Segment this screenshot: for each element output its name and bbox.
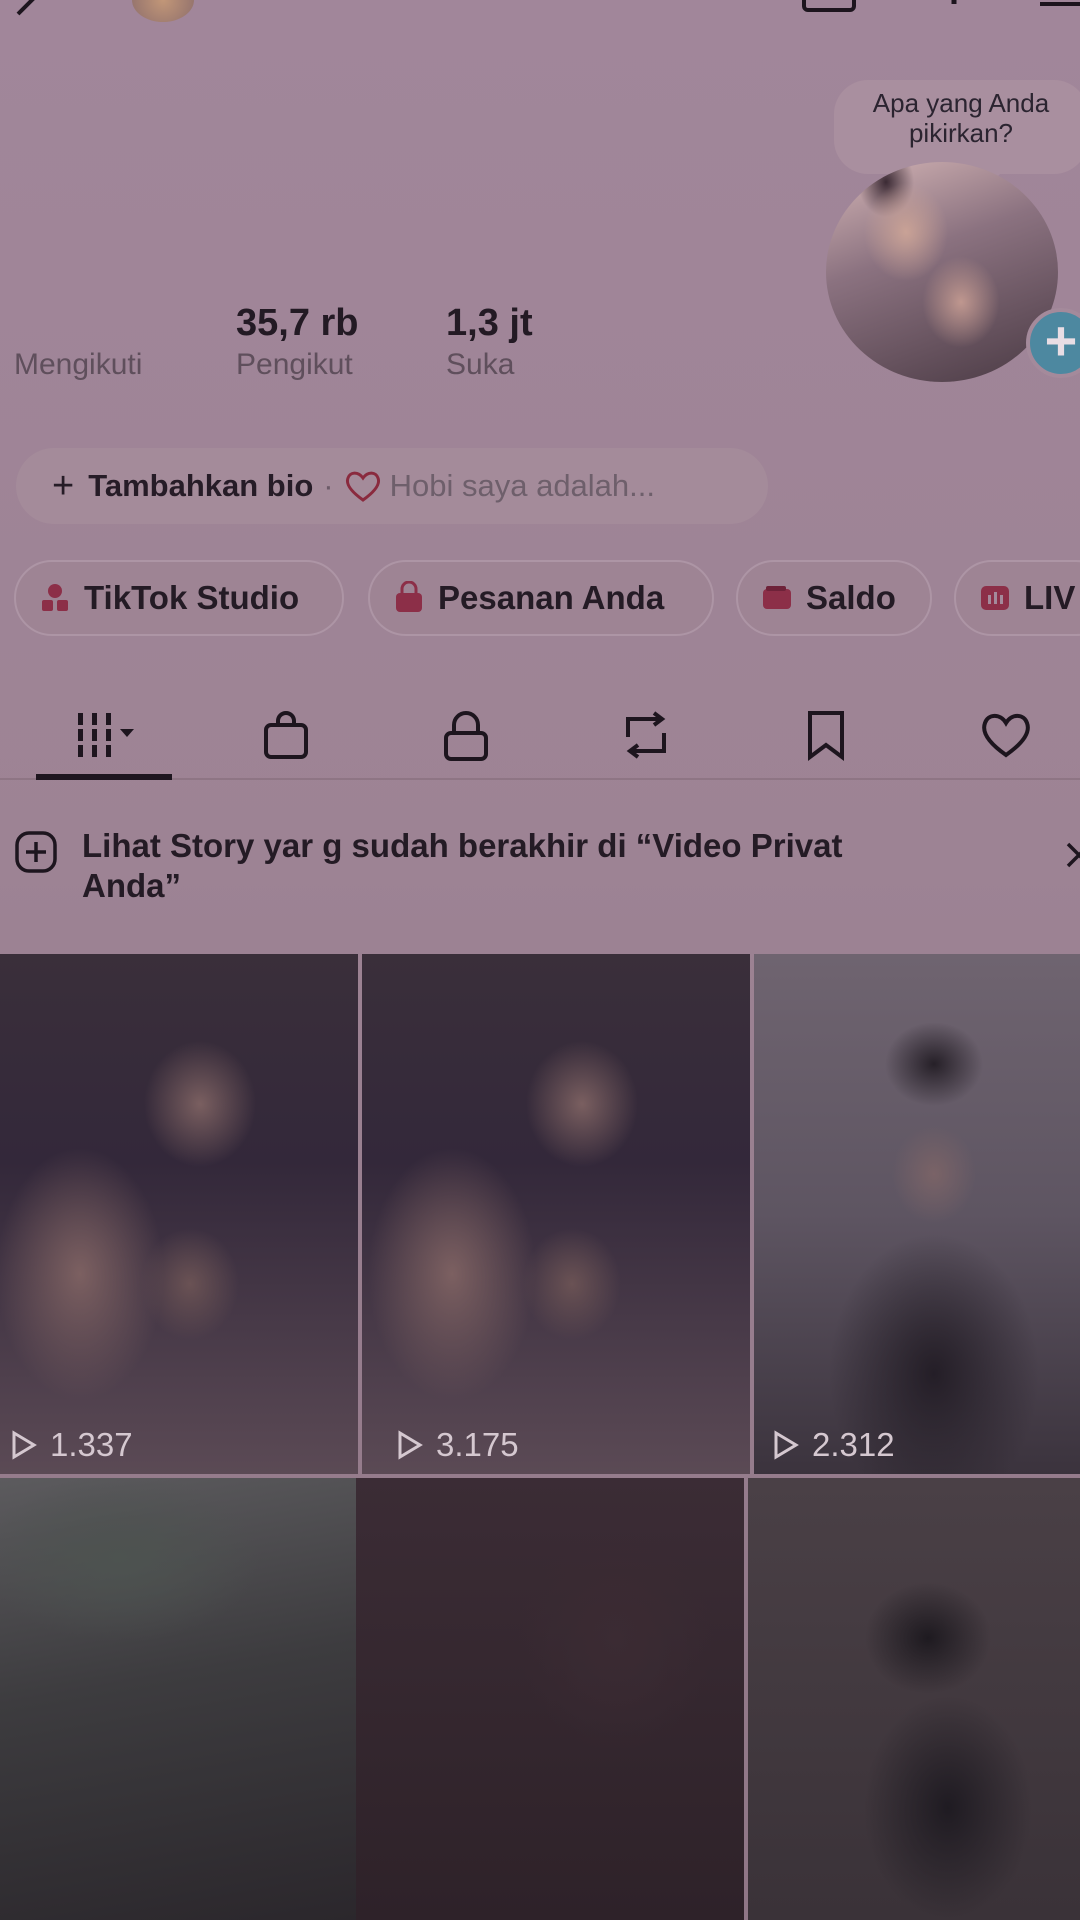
quick-button-label: LIV [1024, 579, 1076, 616]
notice-text: Lihat Story yar g sudah berakhir di “Vid… [82, 827, 843, 904]
video-grid: 1.337 3.175 2.312 [0, 954, 1080, 1920]
play-icon [774, 1430, 799, 1460]
view-count-value: 3.175 [436, 1426, 519, 1463]
stat-likes[interactable]: 1,3 jt Suka [446, 302, 533, 382]
lock-icon [444, 711, 488, 761]
video-thumbnail[interactable]: 2.312 [754, 954, 1080, 1474]
bubble-line-1: Apa yang Anda [872, 88, 1050, 118]
video-thumbnail[interactable]: 1.337 [0, 954, 358, 1474]
profile-avatar[interactable] [826, 162, 1058, 382]
tab-private[interactable] [406, 690, 526, 780]
live-button[interactable]: LIV [954, 560, 1080, 636]
bubble-line-2: pikirkan? [908, 118, 1014, 148]
bag-icon [264, 711, 308, 759]
quick-button-label: Saldo [806, 579, 896, 616]
profile-tabs [0, 690, 1080, 780]
story-archive-notice[interactable]: Lihat Story yar g sudah berakhir di “Vid… [14, 822, 1080, 922]
tab-reposts[interactable] [586, 690, 706, 780]
play-icon [398, 1430, 423, 1460]
status-prompt-bubble[interactable]: Apa yang Anda pikirkan? [834, 80, 1080, 186]
active-tab-indicator [36, 774, 172, 780]
followers-count: 35,7 rb [236, 302, 359, 344]
followers-label: Pengikut [236, 348, 353, 381]
likes-label: Suka [446, 348, 515, 381]
bio-separator: · [323, 468, 334, 503]
add-bio-pill[interactable]: + Tambahkan bio · Hobi saya adalah... [16, 448, 768, 524]
studio-icon [42, 584, 68, 611]
account-switcher-avatar[interactable] [132, 0, 194, 22]
live-icon [981, 586, 1009, 610]
stat-following[interactable]: Mengikuti [14, 302, 142, 382]
heart-icon [982, 713, 1030, 758]
tab-shop[interactable] [226, 690, 346, 780]
quick-button-label: TikTok Studio [84, 579, 300, 616]
view-count: 3.175 [392, 1426, 519, 1464]
heart-icon [345, 471, 380, 502]
view-count-value: 1.337 [50, 1426, 133, 1463]
plus-icon: + [52, 464, 75, 507]
calendar-icon[interactable] [800, 0, 858, 16]
menu-icon[interactable] [1040, 0, 1080, 10]
likes-count: 1,3 jt [446, 302, 533, 344]
close-icon[interactable] [1064, 840, 1080, 870]
view-count: 2.312 [768, 1426, 895, 1464]
video-thumbnail[interactable] [356, 1478, 744, 1920]
profile-page: Apa yang Anda pikirkan? + Mengikuti 35,7… [0, 0, 1080, 1920]
repost-icon [626, 711, 666, 759]
add-friend-icon[interactable] [910, 0, 970, 20]
top-bar [0, 0, 1080, 30]
shopping-bag-icon [396, 581, 422, 612]
video-thumbnail[interactable]: 3.175 [362, 954, 750, 1474]
tab-videos[interactable] [44, 690, 164, 780]
wallet-icon [763, 586, 791, 609]
add-bio-label: Tambahkan bio [88, 468, 314, 503]
bookmark-icon [808, 711, 844, 761]
video-thumbnail[interactable] [748, 1478, 1080, 1920]
following-label: Mengikuti [14, 348, 143, 381]
grid-icon [78, 713, 134, 757]
add-story-plus-icon[interactable]: + [1026, 308, 1080, 378]
play-icon [12, 1430, 37, 1460]
tab-favorites[interactable] [766, 690, 886, 780]
add-story-icon [15, 831, 57, 873]
video-thumbnail[interactable] [0, 1478, 356, 1920]
hobby-placeholder: Hobi saya adalah... [389, 468, 656, 503]
quick-button-label: Pesanan Anda [438, 579, 665, 616]
edit-icon[interactable] [14, 0, 58, 16]
tab-liked[interactable] [946, 690, 1066, 780]
balance-button[interactable]: Saldo [736, 560, 932, 636]
following-count [14, 302, 142, 348]
tiktok-studio-button[interactable]: TikTok Studio [14, 560, 344, 636]
view-count-value: 2.312 [812, 1426, 895, 1463]
stat-followers[interactable]: 35,7 rb Pengikut [236, 302, 359, 382]
orders-button[interactable]: Pesanan Anda [368, 560, 714, 636]
view-count: 1.337 [6, 1426, 133, 1464]
